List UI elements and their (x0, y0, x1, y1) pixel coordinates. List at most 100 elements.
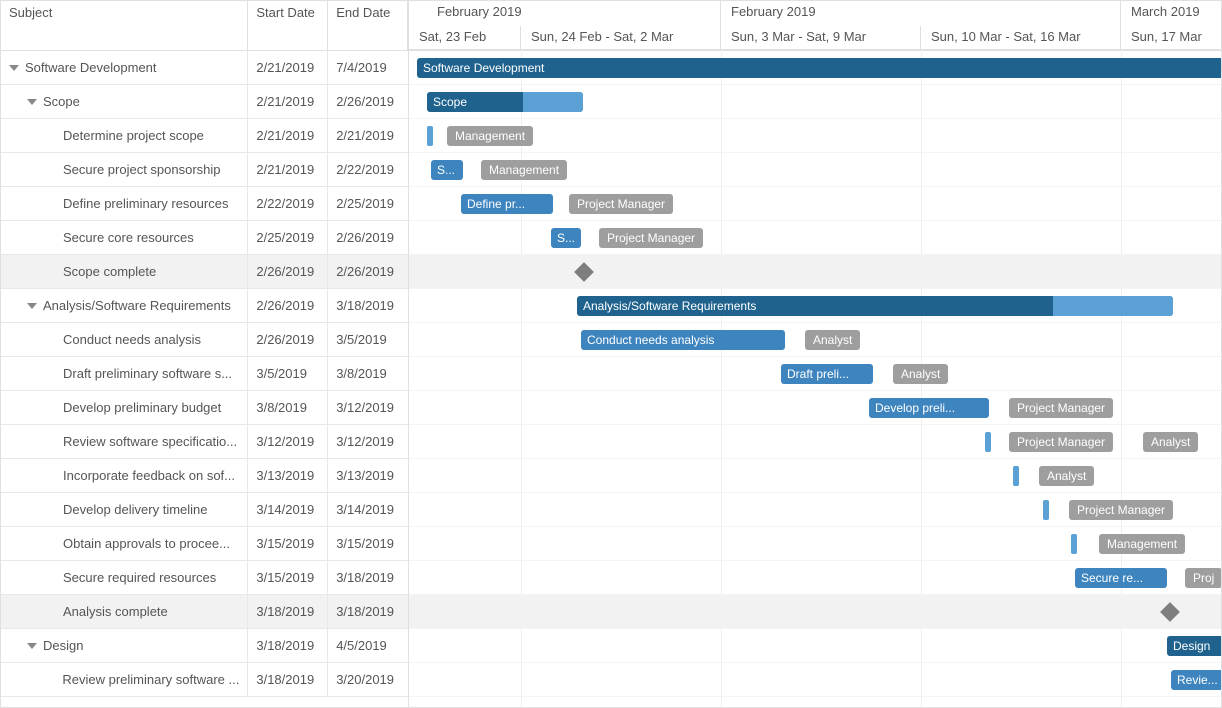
task-bar[interactable] (1013, 466, 1019, 486)
cell-subject[interactable]: Incorporate feedback on sof... (1, 459, 248, 492)
cell-end-date[interactable]: 7/4/2019 (328, 51, 408, 84)
cell-subject[interactable]: Develop delivery timeline (1, 493, 248, 526)
tree-row[interactable]: Design3/18/20194/5/2019 (1, 629, 408, 663)
cell-start-date[interactable]: 3/18/2019 (248, 595, 328, 628)
col-header-subject[interactable]: Subject (1, 1, 248, 50)
cell-subject[interactable]: Review software specificatio... (1, 425, 248, 458)
cell-subject[interactable]: Conduct needs analysis (1, 323, 248, 356)
tree-row[interactable]: Conduct needs analysis2/26/20193/5/2019 (1, 323, 408, 357)
cell-start-date[interactable]: 3/15/2019 (248, 561, 328, 594)
cell-end-date[interactable]: 3/12/2019 (328, 391, 408, 424)
tree-row[interactable]: Secure core resources2/25/20192/26/2019 (1, 221, 408, 255)
cell-end-date[interactable]: 3/18/2019 (328, 289, 408, 322)
cell-end-date[interactable]: 3/14/2019 (328, 493, 408, 526)
tree-row[interactable]: Obtain approvals to procee...3/15/20193/… (1, 527, 408, 561)
cell-start-date[interactable]: 3/18/2019 (248, 629, 328, 662)
cell-subject[interactable]: Scope complete (1, 255, 248, 288)
task-bar[interactable]: Secure re... (1075, 568, 1167, 588)
cell-end-date[interactable]: 2/22/2019 (328, 153, 408, 186)
cell-end-date[interactable]: 4/5/2019 (328, 629, 408, 662)
cell-start-date[interactable]: 2/26/2019 (248, 255, 328, 288)
cell-start-date[interactable]: 2/22/2019 (248, 187, 328, 220)
tree-row[interactable]: Secure required resources3/15/20193/18/2… (1, 561, 408, 595)
cell-start-date[interactable]: 2/21/2019 (248, 51, 328, 84)
chevron-down-icon[interactable] (9, 65, 19, 71)
cell-subject[interactable]: Analysis complete (1, 595, 248, 628)
cell-end-date[interactable]: 3/13/2019 (328, 459, 408, 492)
cell-start-date[interactable]: 3/14/2019 (248, 493, 328, 526)
chart-body[interactable]: Software DevelopmentScopeManagementS...M… (409, 51, 1221, 707)
cell-end-date[interactable]: 3/12/2019 (328, 425, 408, 458)
task-bar[interactable]: S... (551, 228, 581, 248)
tree-row[interactable]: Scope complete2/26/20192/26/2019 (1, 255, 408, 289)
cell-subject[interactable]: Develop preliminary budget (1, 391, 248, 424)
task-bar[interactable] (1043, 500, 1049, 520)
task-bar[interactable]: Draft preli... (781, 364, 873, 384)
cell-start-date[interactable]: 3/12/2019 (248, 425, 328, 458)
cell-start-date[interactable]: 2/21/2019 (248, 119, 328, 152)
cell-start-date[interactable]: 2/26/2019 (248, 289, 328, 322)
tree-row[interactable]: Develop delivery timeline3/14/20193/14/2… (1, 493, 408, 527)
cell-subject[interactable]: Design (1, 629, 248, 662)
task-bar[interactable]: Develop preli... (869, 398, 989, 418)
cell-subject[interactable]: Define preliminary resources (1, 187, 248, 220)
cell-start-date[interactable]: 3/18/2019 (248, 663, 328, 696)
cell-subject[interactable]: Determine project scope (1, 119, 248, 152)
cell-end-date[interactable]: 3/15/2019 (328, 527, 408, 560)
tree-row[interactable]: Analysis complete3/18/20193/18/2019 (1, 595, 408, 629)
tree-row[interactable]: Review software specificatio...3/12/2019… (1, 425, 408, 459)
tree-row[interactable]: Incorporate feedback on sof...3/13/20193… (1, 459, 408, 493)
task-bar[interactable] (427, 126, 433, 146)
cell-subject[interactable]: Software Development (1, 51, 248, 84)
cell-end-date[interactable]: 3/18/2019 (328, 561, 408, 594)
tree-row[interactable]: Scope2/21/20192/26/2019 (1, 85, 408, 119)
tree-row[interactable]: Develop preliminary budget3/8/20193/12/2… (1, 391, 408, 425)
cell-end-date[interactable]: 3/5/2019 (328, 323, 408, 356)
cell-subject[interactable]: Analysis/Software Requirements (1, 289, 248, 322)
cell-subject[interactable]: Scope (1, 85, 248, 118)
tree-row[interactable]: Secure project sponsorship2/21/20192/22/… (1, 153, 408, 187)
milestone-diamond[interactable] (1160, 602, 1180, 622)
cell-start-date[interactable]: 3/13/2019 (248, 459, 328, 492)
cell-start-date[interactable]: 2/26/2019 (248, 323, 328, 356)
cell-end-date[interactable]: 3/18/2019 (328, 595, 408, 628)
task-bar[interactable]: Conduct needs analysis (581, 330, 785, 350)
cell-end-date[interactable]: 2/25/2019 (328, 187, 408, 220)
cell-subject[interactable]: Secure required resources (1, 561, 248, 594)
summary-bar[interactable]: Design (1167, 636, 1221, 656)
task-bar[interactable] (1071, 534, 1077, 554)
chevron-down-icon[interactable] (27, 643, 37, 649)
task-bar[interactable] (985, 432, 991, 452)
cell-start-date[interactable]: 3/8/2019 (248, 391, 328, 424)
cell-end-date[interactable]: 3/8/2019 (328, 357, 408, 390)
task-bar[interactable]: Define pr... (461, 194, 553, 214)
cell-subject[interactable]: Obtain approvals to procee... (1, 527, 248, 560)
cell-start-date[interactable]: 3/5/2019 (248, 357, 328, 390)
cell-subject[interactable]: Secure project sponsorship (1, 153, 248, 186)
summary-bar[interactable]: Software Development (417, 58, 1221, 78)
cell-end-date[interactable]: 2/26/2019 (328, 255, 408, 288)
tree-grid-body[interactable]: Software Development2/21/20197/4/2019Sco… (1, 51, 408, 707)
summary-bar[interactable]: Scope (427, 92, 583, 112)
col-header-end[interactable]: End Date (328, 1, 408, 50)
tree-row[interactable]: Review preliminary software ...3/18/2019… (1, 663, 408, 697)
cell-end-date[interactable]: 2/21/2019 (328, 119, 408, 152)
cell-start-date[interactable]: 2/21/2019 (248, 153, 328, 186)
cell-subject[interactable]: Draft preliminary software s... (1, 357, 248, 390)
tree-row[interactable]: Define preliminary resources2/22/20192/2… (1, 187, 408, 221)
tree-row[interactable]: Draft preliminary software s...3/5/20193… (1, 357, 408, 391)
milestone-diamond[interactable] (574, 262, 594, 282)
cell-end-date[interactable]: 2/26/2019 (328, 85, 408, 118)
cell-end-date[interactable]: 2/26/2019 (328, 221, 408, 254)
task-bar[interactable]: S... (431, 160, 463, 180)
tree-row[interactable]: Analysis/Software Requirements2/26/20193… (1, 289, 408, 323)
col-header-start[interactable]: Start Date (248, 1, 328, 50)
chevron-down-icon[interactable] (27, 99, 37, 105)
cell-subject[interactable]: Review preliminary software ... (1, 663, 248, 696)
cell-start-date[interactable]: 3/15/2019 (248, 527, 328, 560)
task-bar[interactable]: Revie... (1171, 670, 1221, 690)
tree-row[interactable]: Software Development2/21/20197/4/2019 (1, 51, 408, 85)
chevron-down-icon[interactable] (27, 303, 37, 309)
cell-start-date[interactable]: 2/21/2019 (248, 85, 328, 118)
cell-end-date[interactable]: 3/20/2019 (328, 663, 408, 696)
